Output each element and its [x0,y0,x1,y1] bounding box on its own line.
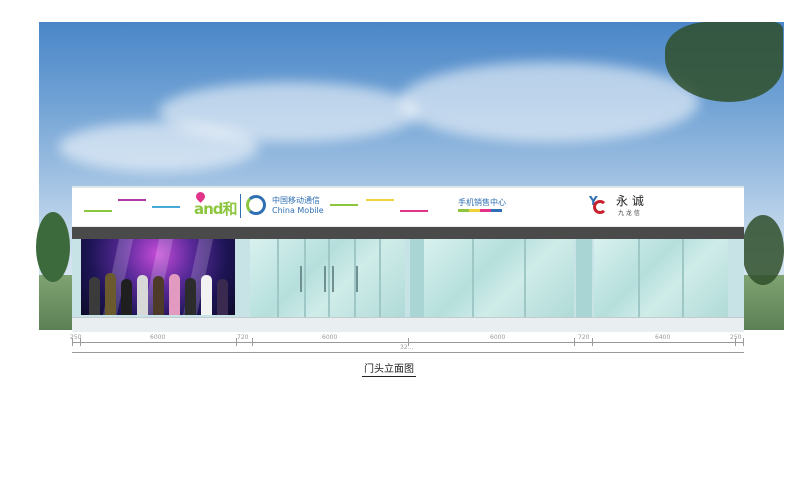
deco-line [152,206,180,208]
door-handle [356,266,358,292]
shop-name: 手机销售中心 [458,198,506,207]
dimension-tick [592,338,593,346]
china-mobile-cn: 中国移动通信 [272,196,320,205]
dimension-label: 6000 [490,334,506,341]
performer [137,275,148,315]
mullion [277,239,279,317]
logo-divider [240,194,241,218]
dimension-label: 250 [730,334,742,341]
performer [89,277,100,315]
cloud [59,122,259,172]
dark-band [72,227,744,239]
yongcheng-logo-icon: Y [589,194,609,216]
performer [201,275,212,315]
dimension-tick [743,338,744,346]
performer [217,279,228,315]
performer [153,276,164,315]
mullion [638,239,640,317]
andhe-logo-text: and和 [194,200,238,218]
total-dimension-label: 32... [400,344,414,351]
dimension-label: 720 [237,334,249,341]
right-tree [742,215,784,285]
drawing-caption: 门头立面图 [362,360,416,377]
storefront-facade: and和 中国移动通信 China Mobile 手机销售中心 Y 永 诚 九 … [72,186,744,332]
door-handle [324,266,326,292]
dimension-tick [252,338,253,346]
door-handle [332,266,334,292]
total-dimension-line [72,352,744,353]
yongcheng-name: 永 诚 [616,194,644,208]
deco-line [400,210,428,212]
mullion [682,239,684,317]
mullion [524,239,526,317]
dimension-tick [574,338,575,346]
performer [121,279,132,315]
dimension-label: 6000 [150,334,166,341]
led-screen [81,239,235,315]
performer [105,273,116,315]
performer [185,278,196,315]
plinth [72,317,744,332]
dimension-label: 250 [70,334,82,341]
mullion [304,239,306,317]
cloud [399,62,699,142]
mullion [379,239,381,317]
mullion [328,239,330,317]
deco-line [118,199,146,201]
deco-line [330,204,358,206]
shop-name-underline [458,209,502,212]
left-tree [36,212,70,282]
glass-window-panel [424,239,574,317]
mullion [472,239,474,317]
performer [169,274,180,315]
yongcheng-sub: 九 龙 信 [618,210,640,217]
door-handle [300,266,302,292]
deco-line [366,199,394,201]
china-mobile-en: China Mobile [272,206,324,215]
glass-window-panel [594,239,728,317]
dimension-label: 6400 [655,334,671,341]
pillar [410,239,424,317]
deco-line [84,210,112,212]
pillar [576,239,592,317]
dimension-label: 720 [578,334,590,341]
dimension-label: 6000 [322,334,338,341]
china-mobile-logo-icon [246,195,266,215]
